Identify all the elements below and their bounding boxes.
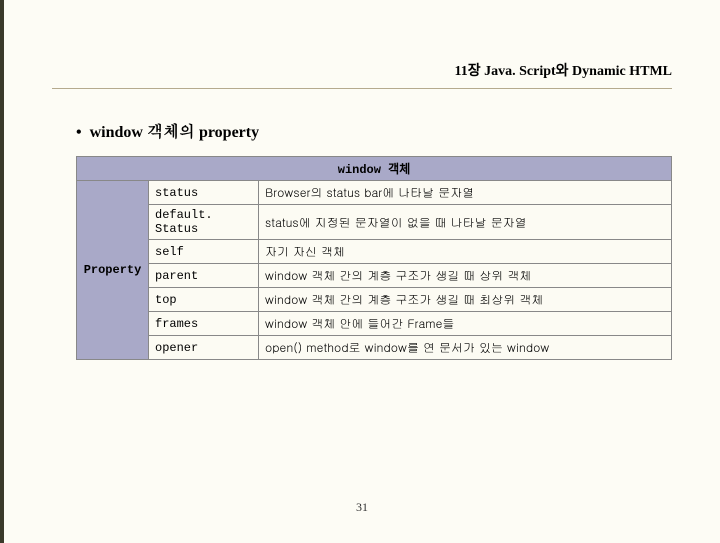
prop-desc: open() method로 window를 연 문서가 있는 window	[259, 336, 672, 360]
prop-name: default. Status	[149, 205, 259, 240]
table-title: window 객체	[77, 157, 672, 181]
table-row: self 자기 자신 객체	[77, 240, 672, 264]
prop-desc: window 객체 안에 들어간 Frame들	[259, 312, 672, 336]
table-row: frames window 객체 안에 들어간 Frame들	[77, 312, 672, 336]
table-row: Property status Browser의 status bar에 나타날…	[77, 181, 672, 205]
table-row: opener open() method로 window를 연 문서가 있는 w…	[77, 336, 672, 360]
table-row: default. Status status에 지정된 문자열이 없을 때 나타…	[77, 205, 672, 240]
prop-desc: window 객체 간의 계층 구조가 생길 때 상위 객체	[259, 264, 672, 288]
chapter-header: 11장 Java. Script와 Dynamic HTML	[4, 0, 720, 88]
prop-name: parent	[149, 264, 259, 288]
property-table: window 객체 Property status Browser의 statu…	[76, 156, 672, 360]
prop-name: self	[149, 240, 259, 264]
table-row: top window 객체 간의 계층 구조가 생길 때 최상위 객체	[77, 288, 672, 312]
section-title: window 객체의 property	[76, 119, 720, 142]
prop-desc: Browser의 status bar에 나타날 문자열	[259, 181, 672, 205]
prop-name: opener	[149, 336, 259, 360]
table-title-row: window 객체	[77, 157, 672, 181]
divider	[52, 88, 672, 89]
prop-desc: window 객체 간의 계층 구조가 생길 때 최상위 객체	[259, 288, 672, 312]
prop-desc: status에 지정된 문자열이 없을 때 나타날 문자열	[259, 205, 672, 240]
prop-name: status	[149, 181, 259, 205]
page-number: 31	[4, 500, 720, 515]
row-header-property: Property	[77, 181, 149, 360]
prop-name: top	[149, 288, 259, 312]
prop-desc: 자기 자신 객체	[259, 240, 672, 264]
table-row: parent window 객체 간의 계층 구조가 생길 때 상위 객체	[77, 264, 672, 288]
prop-name: frames	[149, 312, 259, 336]
